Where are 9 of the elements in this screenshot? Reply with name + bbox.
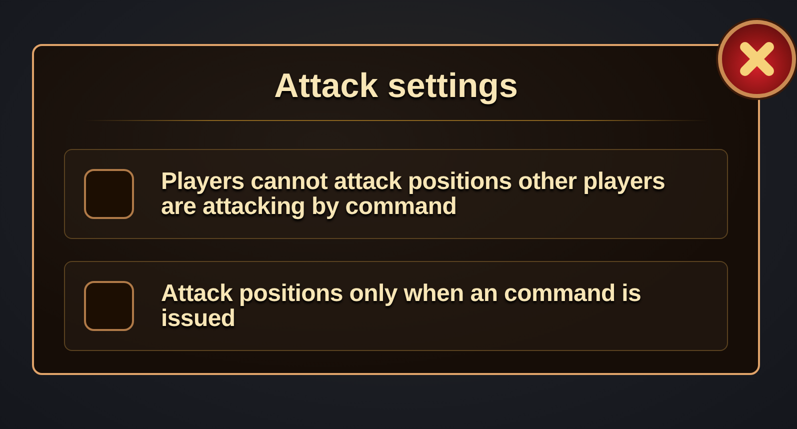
option-row[interactable]: Attack positions only when an command is issued bbox=[64, 261, 728, 351]
option-label: Players cannot attack positions other players are attacking by command bbox=[161, 169, 666, 219]
close-icon bbox=[737, 39, 777, 79]
option-row[interactable]: Players cannot attack positions other players are attacking by command bbox=[64, 149, 728, 239]
option-label: Attack positions only when an command is issued bbox=[161, 281, 642, 331]
dialog-title: Attack settings bbox=[273, 66, 519, 107]
checkbox[interactable] bbox=[84, 281, 134, 331]
close-button[interactable] bbox=[718, 20, 796, 98]
checkbox[interactable] bbox=[84, 169, 134, 219]
